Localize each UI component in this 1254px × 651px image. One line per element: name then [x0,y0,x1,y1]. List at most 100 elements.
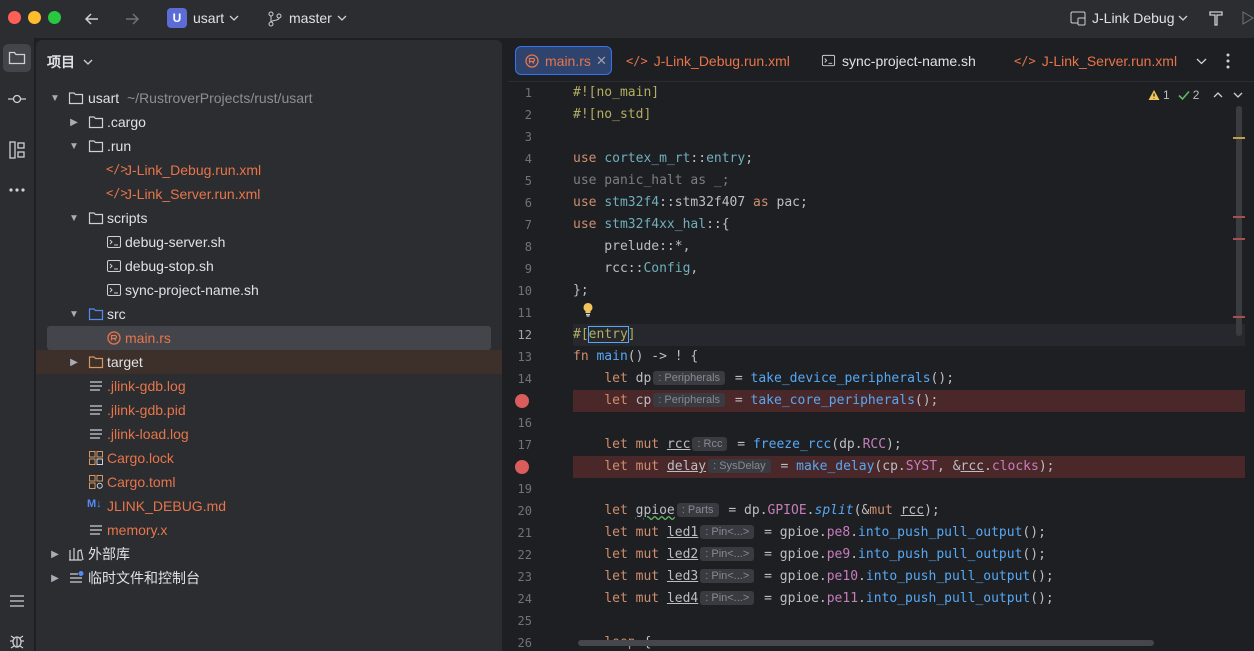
line-number[interactable]: 17 [492,438,532,452]
line-number[interactable]: 21 [492,526,532,540]
build-hammer-icon[interactable] [1208,9,1224,27]
code-line-15[interactable]: let cp: Peripherals = take_core_peripher… [573,390,1245,412]
tree-item-cargo-lock[interactable]: Cargo.lock [36,446,502,470]
code-line-21[interactable]: let mut led1: Pin<...> = gpioe.pe8.into_… [573,522,1245,544]
minimize-window-button[interactable] [28,11,41,24]
line-number[interactable]: 19 [492,482,532,496]
chevron-down-icon[interactable]: ▼ [68,212,80,224]
commit-tool-button[interactable] [3,85,31,113]
line-number[interactable]: 22 [492,548,532,562]
tab-jlink-server-xml[interactable]: </> J-Link_Server.run.xml [1014,46,1177,75]
branch-name[interactable]: master [289,10,332,26]
debug-tool-button[interactable] [3,627,31,651]
more-vertical-icon[interactable] [1226,53,1230,69]
breakpoint-marker[interactable] [515,460,529,474]
tree-item-memory-x[interactable]: memory.x [36,518,502,542]
tree-item-debug-stop-sh[interactable]: debug-stop.sh [36,254,502,278]
code-line-8[interactable]: prelude::*, [573,236,1245,258]
line-number[interactable]: 13 [492,350,532,364]
tab-sync-project-name-sh[interactable]: sync-project-name.sh [821,46,976,75]
code-line-12[interactable]: #[entry] [573,324,1245,346]
tree-item-main-rs[interactable]: main.rs [47,326,491,350]
tree-item-jlink-load-log[interactable]: .jlink-load.log [36,422,502,446]
chevron-right-icon[interactable]: ▶ [68,116,80,128]
tree-item-root[interactable]: ▼ usart ~/RustroverProjects/rust/usart [36,86,502,110]
line-number[interactable]: 5 [492,174,532,188]
close-window-button[interactable] [8,11,21,24]
breakpoint-scroll-marker[interactable] [1233,238,1245,240]
tree-item-sync-project-name-sh[interactable]: sync-project-name.sh [36,278,502,302]
project-panel-header[interactable]: 项目 [47,52,93,72]
line-number[interactable]: 11 [492,306,532,320]
code-line-20[interactable]: let gpioe: Parts = dp.GPIOE.split(&mut r… [573,500,1245,522]
breakpoint-scroll-marker[interactable] [1233,216,1245,218]
tree-item-src-folder[interactable]: ▼ src [36,302,502,326]
maximize-window-button[interactable] [48,11,61,24]
code-line-14[interactable]: let dp: Peripherals = take_device_periph… [573,368,1245,390]
tree-item-cargo-folder[interactable]: ▶ .cargo [36,110,502,134]
tree-item-jlink-debug-md[interactable]: M↓ JLINK_DEBUG.md [36,494,502,518]
breakpoint-scroll-marker[interactable] [1233,316,1245,318]
line-number[interactable]: 1 [492,86,532,100]
more-tools-button[interactable] [3,176,31,204]
code-line-2[interactable]: #![no_std] [573,104,1245,126]
code-line-10[interactable]: }; [573,280,1245,302]
line-number[interactable]: 4 [492,152,532,166]
chevron-right-icon[interactable]: ▶ [49,572,61,584]
line-number[interactable]: 24 [492,592,532,606]
project-name[interactable]: usart [193,10,224,26]
code-line-18[interactable]: let mut delay: SysDelay = make_delay(cp.… [573,456,1245,478]
structure-tool-button[interactable] [3,136,31,164]
project-tool-button[interactable] [3,44,31,72]
line-number[interactable]: 25 [492,614,532,628]
tree-item-cargo-toml[interactable]: Cargo.toml [36,470,502,494]
tree-item-scratches[interactable]: ▶ 临时文件和控制台 [36,566,502,590]
line-number[interactable]: 3 [492,130,532,144]
line-number[interactable]: 9 [492,262,532,276]
code-line-5[interactable]: use panic_halt as _; [573,170,1245,192]
tab-main-rs[interactable]: main.rs ✕ [515,46,612,75]
run-config-name[interactable]: J-Link Debug [1092,10,1175,26]
chevron-down-icon[interactable]: ▼ [68,140,80,152]
tree-item-jlink-gdb-log[interactable]: .jlink-gdb.log [36,374,502,398]
tree-item-jlink-server-xml[interactable]: </> J-Link_Server.run.xml [36,182,502,206]
tree-item-scripts-folder[interactable]: ▼ scripts [36,206,502,230]
code-line-4[interactable]: use cortex_m_rt::entry; [573,148,1245,170]
tab-jlink-debug-xml[interactable]: </> J-Link_Debug.run.xml [626,46,790,75]
code-line-13[interactable]: fn main() -> ! { [573,346,1245,368]
tree-item-debug-server-sh[interactable]: debug-server.sh [36,230,502,254]
tree-item-external-libraries[interactable]: ▶ 外部库 [36,542,502,566]
horizontal-scrollbar[interactable] [578,640,1154,646]
code-line-7[interactable]: use stm32f4xx_hal::{ [573,214,1245,236]
line-number[interactable]: 16 [492,416,532,430]
chevron-right-icon[interactable]: ▶ [68,356,80,368]
line-number[interactable]: 20 [492,504,532,518]
tree-item-jlink-debug-xml[interactable]: </> J-Link_Debug.run.xml [36,158,502,182]
chevron-right-icon[interactable]: ▶ [49,548,61,560]
todo-tool-button[interactable] [3,587,31,615]
code-line-17[interactable]: let mut rcc: Rcc = freeze_rcc(dp.RCC); [573,434,1245,456]
warning-scroll-marker[interactable] [1233,137,1245,139]
vertical-scrollbar[interactable] [1236,106,1242,336]
tree-item-jlink-gdb-pid[interactable]: .jlink-gdb.pid [36,398,502,422]
line-number[interactable]: 10 [492,284,532,298]
line-number[interactable]: 12 [492,328,532,342]
back-arrow-icon[interactable] [83,10,101,28]
code-line-1[interactable]: #![no_main] [573,82,1245,104]
line-number[interactable]: 8 [492,240,532,254]
code-line-9[interactable]: rcc::Config, [573,258,1245,280]
forward-arrow-icon[interactable] [123,10,141,28]
run-icon[interactable] [1240,10,1254,26]
line-number[interactable]: 23 [492,570,532,584]
code-line-23[interactable]: let mut led3: Pin<...> = gpioe.pe10.into… [573,566,1245,588]
tree-item-target-folder[interactable]: ▶ target [36,350,502,374]
chevron-down-icon[interactable] [1196,57,1207,65]
breakpoint-marker[interactable] [515,394,529,408]
lightbulb-icon[interactable] [582,302,594,318]
line-number[interactable]: 2 [492,108,532,122]
project-badge[interactable]: U [167,8,187,28]
line-number[interactable]: 6 [492,196,532,210]
line-number[interactable]: 14 [492,372,532,386]
line-number[interactable]: 7 [492,218,532,232]
code-line-6[interactable]: use stm32f4::stm32f407 as pac; [573,192,1245,214]
